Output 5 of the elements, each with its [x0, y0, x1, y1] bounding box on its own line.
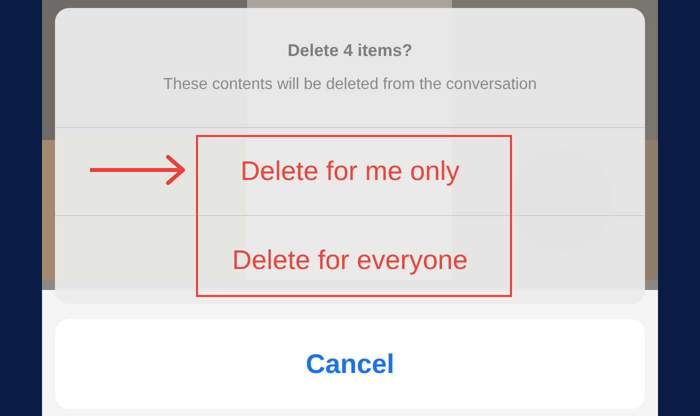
cancel-button[interactable]: Cancel: [55, 319, 645, 409]
delete-option[interactable]: Delete for me only: [55, 128, 645, 216]
delete-option[interactable]: Delete for everyone: [55, 216, 645, 304]
sheet-message: These contents will be deleted from the conversation: [163, 75, 537, 96]
sheet-title: Delete 4 items?: [288, 40, 412, 62]
